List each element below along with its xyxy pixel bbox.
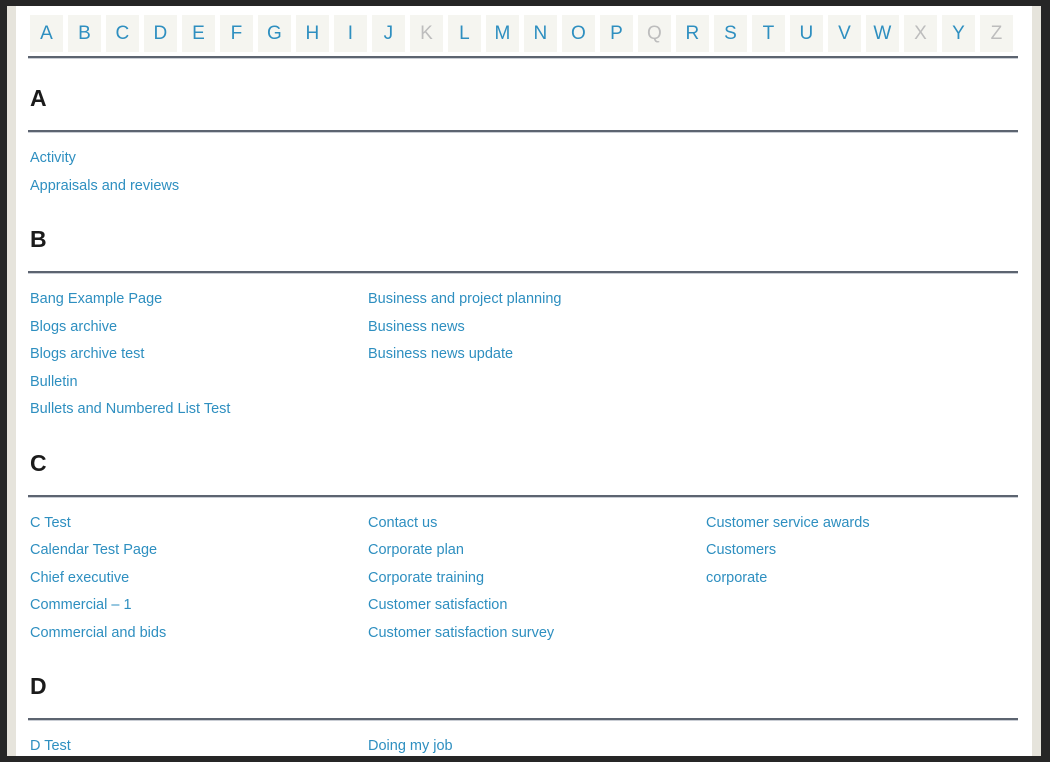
alphabet-tile-g[interactable]: G	[258, 15, 291, 52]
entry-column-2: Business and project planning Business ne…	[368, 286, 698, 369]
section-columns: Bang Example Page Blogs archive Blogs arch…	[28, 286, 1041, 424]
index-entry-link[interactable]: C Test	[30, 510, 360, 538]
alphabet-tile-d[interactable]: D	[144, 15, 177, 52]
index-entry-link[interactable]: Customer satisfaction	[368, 592, 698, 620]
index-entry-link[interactable]: Calendar Test Page	[30, 537, 360, 565]
section-columns: C Test Calendar Test Page Chief executive C…	[28, 510, 1041, 648]
alphabet-tile-c[interactable]: C	[106, 15, 139, 52]
index-entry-link[interactable]: Customer satisfaction survey	[368, 620, 698, 648]
index-entry-link[interactable]: Commercial – 1	[30, 592, 360, 620]
alphabet-tile-e[interactable]: E	[182, 15, 215, 52]
index-entry-link[interactable]: Contact us	[368, 510, 698, 538]
index-entry-link[interactable]: Business and project planning	[368, 286, 698, 314]
alphabet-tile-p[interactable]: P	[600, 15, 633, 52]
index-entry-link[interactable]: Doing my job	[368, 733, 698, 756]
index-entry-link[interactable]: D Test	[30, 733, 360, 756]
browser-viewport: ABCDEFGHIJKLMNOPQRSTUVWXYZ A Activity Appr…	[0, 0, 1050, 762]
entry-column-2: Doing my job	[368, 733, 698, 756]
entry-column-1: Activity Appraisals and reviews	[30, 145, 360, 200]
a-to-z-index-page: ABCDEFGHIJKLMNOPQRSTUVWXYZ A Activity Appr…	[7, 6, 1041, 756]
index-entry-link[interactable]: Customer service awards	[706, 510, 1036, 538]
entry-column-3: Customer service awards Customers corporat…	[706, 510, 1036, 593]
alphabet-tile-h[interactable]: H	[296, 15, 329, 52]
index-section-c: C C Test Calendar Test Page Chief executive…	[28, 424, 1041, 648]
section-columns: D TestDealing with customer complaints Do…	[28, 733, 1041, 756]
alphabet-tile-i[interactable]: I	[334, 15, 367, 52]
index-entry-link[interactable]: Corporate plan	[368, 537, 698, 565]
section-heading-letter: C	[30, 449, 47, 476]
index-section-b: B Bang Example Page Blogs archive Blogs arc…	[28, 200, 1041, 424]
alphabet-tile-l[interactable]: L	[448, 15, 481, 52]
alphabet-tile-u[interactable]: U	[790, 15, 823, 52]
index-entry-link[interactable]: Business news update	[368, 341, 698, 369]
alphabet-tile-s[interactable]: S	[714, 15, 747, 52]
alphabet-tile-w[interactable]: W	[866, 15, 899, 52]
index-entry-link[interactable]: Activity	[30, 145, 360, 173]
alphabet-tile-k: K	[410, 15, 443, 52]
entry-column-2: Contact us Corporate plan Corporate traini…	[368, 510, 698, 648]
section-columns: Activity Appraisals and reviews	[28, 145, 1041, 200]
index-entry-link[interactable]: Blogs archive test	[30, 341, 360, 369]
index-section-a: A Activity Appraisals and reviews	[28, 59, 1041, 200]
section-divider	[28, 271, 1018, 274]
section-heading-letter: A	[30, 85, 47, 111]
section-divider	[28, 718, 1018, 721]
index-entry-link[interactable]: Chief executive	[30, 565, 360, 593]
alphabet-tile-n[interactable]: N	[524, 15, 557, 52]
index-entry-link[interactable]: Corporate training	[368, 565, 698, 593]
index-section-d: DD TestDealing with customer complaintsD…	[28, 647, 1041, 756]
index-entry-link[interactable]: Customers	[706, 537, 1036, 565]
index-entry-link[interactable]: Appraisals and reviews	[30, 173, 360, 201]
entry-column-1: C Test Calendar Test Page Chief executive C…	[30, 510, 360, 648]
index-entry-link[interactable]: Bang Example Page	[30, 286, 360, 314]
alphabet-tile-r[interactable]: R	[676, 15, 709, 52]
alphabet-tile-m[interactable]: M	[486, 15, 519, 52]
alphabet-tile-z: Z	[980, 15, 1013, 52]
index-entry-link[interactable]: Blogs archive	[30, 314, 360, 342]
index-entry-link[interactable]: corporate	[706, 565, 1036, 593]
entry-column-1: Bang Example Page Blogs archive Blogs arch…	[30, 286, 360, 424]
section-heading-letter: B	[30, 226, 47, 252]
alphabet-tile-x: X	[904, 15, 937, 52]
alphabet-tile-f[interactable]: F	[220, 15, 253, 52]
section-divider	[28, 130, 1018, 133]
index-entry-link[interactable]: Commercial and bids	[30, 620, 360, 648]
section-heading-letter: D	[30, 673, 47, 699]
alphabet-tile-j[interactable]: J	[372, 15, 405, 52]
alphabet-tile-q: Q	[638, 15, 671, 52]
index-entry-link[interactable]: Bullets and Numbered List Test	[30, 396, 360, 424]
alphabet-tile-v[interactable]: V	[828, 15, 861, 52]
index-sections: A Activity Appraisals and reviews B Bang Exa…	[7, 59, 1041, 756]
alphabet-tile-y[interactable]: Y	[942, 15, 975, 52]
alphabet-tile-t[interactable]: T	[752, 15, 785, 52]
alphabet-tile-o[interactable]: O	[562, 15, 595, 52]
index-entry-link[interactable]: Bulletin	[30, 369, 360, 397]
alphabet-tile-a[interactable]: A	[30, 15, 63, 52]
entry-column-1: D TestDealing with customer complaints	[30, 733, 360, 756]
index-entry-link[interactable]: Business news	[368, 314, 698, 342]
alphabet-tile-b[interactable]: B	[68, 15, 101, 52]
alphabet-navigation[interactable]: ABCDEFGHIJKLMNOPQRSTUVWXYZ	[7, 6, 1041, 52]
section-divider	[28, 494, 1018, 498]
